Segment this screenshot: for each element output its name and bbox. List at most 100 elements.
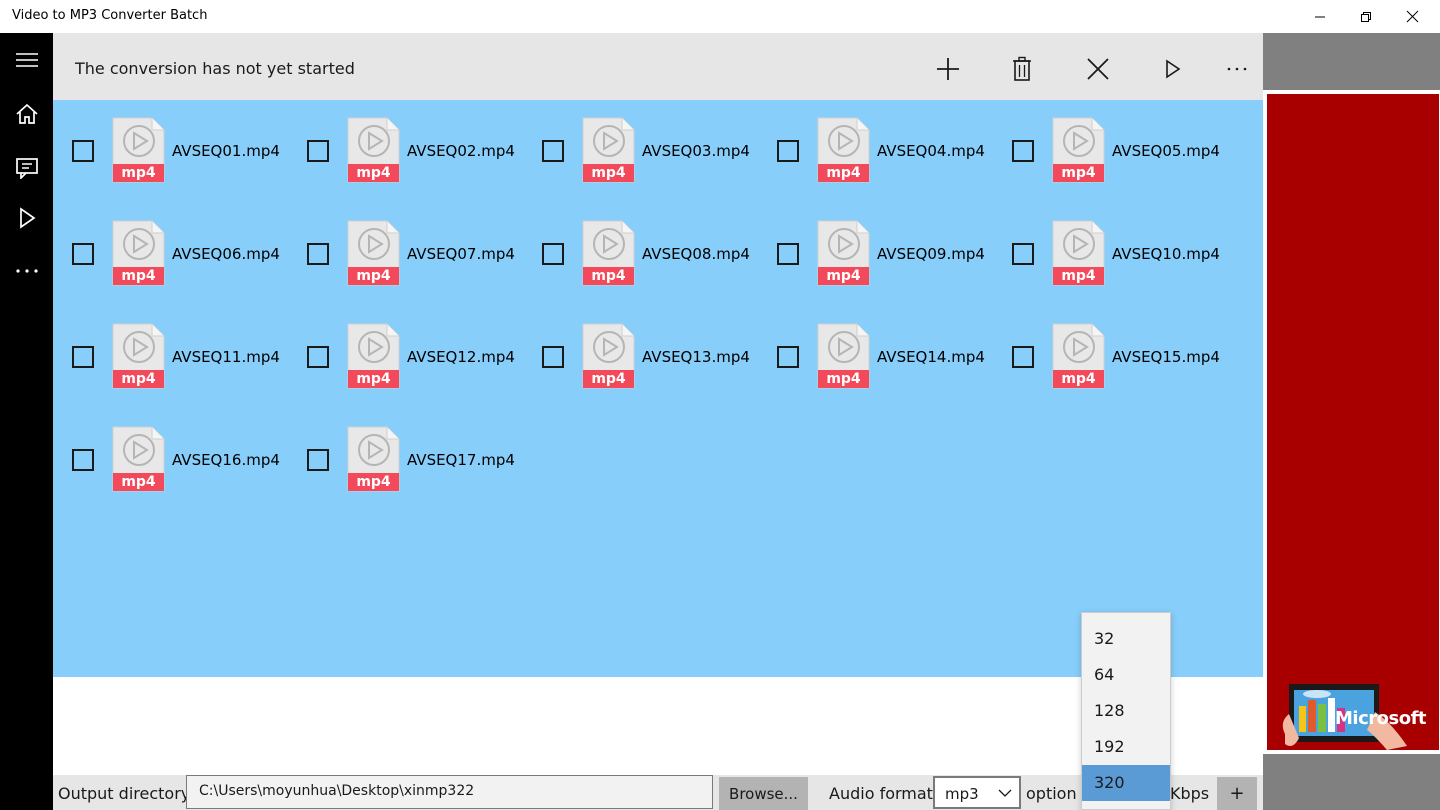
file-item[interactable]: mp4 AVSEQ12.mp4 (288, 306, 523, 389)
file-checkbox[interactable] (72, 346, 94, 368)
nav-feedback-button[interactable] (0, 141, 53, 195)
file-item[interactable]: mp4 AVSEQ04.mp4 (758, 100, 993, 183)
video-file-icon: mp4 (1052, 117, 1105, 183)
file-name: AVSEQ02.mp4 (407, 142, 515, 160)
file-item[interactable]: mp4 AVSEQ06.mp4 (53, 203, 288, 286)
bitrate-option[interactable]: 192 (1082, 729, 1170, 765)
more-options-button[interactable] (1212, 44, 1262, 94)
ad-footer (1263, 754, 1440, 810)
video-file-icon: mp4 (347, 117, 400, 183)
bitrate-dropdown[interactable]: 32 64 128 192 320 (1081, 612, 1171, 810)
file-item[interactable]: mp4 AVSEQ02.mp4 (288, 100, 523, 183)
file-name: AVSEQ12.mp4 (407, 348, 515, 366)
app-window: Video to MP3 Converter Batch The convers… (0, 0, 1440, 810)
audio-format-label: Audio format (829, 784, 933, 803)
video-file-icon: mp4 (582, 323, 635, 389)
clear-button[interactable] (1073, 44, 1123, 94)
file-item[interactable]: mp4 AVSEQ08.mp4 (523, 203, 758, 286)
restore-icon (1361, 11, 1371, 22)
file-item[interactable]: mp4 AVSEQ01.mp4 (53, 100, 288, 183)
nav-home-button[interactable] (0, 87, 53, 141)
file-item[interactable]: mp4 AVSEQ03.mp4 (523, 100, 758, 183)
add-option-button[interactable]: + (1217, 777, 1257, 810)
bitrate-option[interactable]: 128 (1082, 693, 1170, 729)
file-item[interactable]: mp4 AVSEQ11.mp4 (53, 306, 288, 389)
chevron-down-icon (998, 789, 1012, 797)
start-conversion-button[interactable] (1148, 44, 1198, 94)
file-item[interactable]: mp4 AVSEQ15.mp4 (993, 306, 1228, 389)
audio-format-select[interactable]: mp3 (933, 776, 1021, 809)
file-type-badge: mp4 (1061, 165, 1096, 181)
left-nav (0, 33, 53, 810)
video-file-icon: mp4 (817, 323, 870, 389)
hamburger-menu-button[interactable] (0, 33, 53, 87)
delete-button[interactable] (997, 44, 1047, 94)
file-checkbox[interactable] (72, 243, 94, 265)
audio-format-value: mp3 (945, 785, 979, 803)
file-name: AVSEQ17.mp4 (407, 451, 515, 469)
file-type-badge: mp4 (591, 165, 626, 181)
video-file-icon: mp4 (112, 323, 165, 389)
minimize-icon (1315, 16, 1325, 17)
file-type-badge: mp4 (826, 165, 861, 181)
add-files-button[interactable] (923, 44, 973, 94)
minimize-button[interactable] (1297, 0, 1343, 33)
x-icon (1087, 58, 1109, 80)
output-directory-field[interactable]: C:\Users\moyunhua\Desktop\xinmp322 (186, 775, 713, 809)
file-checkbox[interactable] (1012, 346, 1034, 368)
bitrate-option[interactable]: 32 (1082, 621, 1170, 657)
file-checkbox[interactable] (307, 140, 329, 162)
file-name: AVSEQ09.mp4 (877, 245, 985, 263)
file-type-badge: mp4 (121, 165, 156, 181)
restore-button[interactable] (1343, 0, 1389, 33)
video-file-icon: mp4 (582, 220, 635, 286)
play-icon (19, 207, 35, 229)
video-file-icon: mp4 (347, 323, 400, 389)
file-checkbox[interactable] (777, 243, 799, 265)
file-item[interactable]: mp4 AVSEQ16.mp4 (53, 409, 288, 492)
video-file-icon: mp4 (817, 220, 870, 286)
nav-play-button[interactable] (0, 191, 53, 245)
file-checkbox[interactable] (1012, 243, 1034, 265)
home-icon (15, 103, 38, 124)
file-item[interactable]: mp4 AVSEQ07.mp4 (288, 203, 523, 286)
bitrate-option[interactable]: 320 (1082, 765, 1170, 801)
file-type-badge: mp4 (826, 268, 861, 284)
video-file-icon: mp4 (112, 426, 165, 492)
file-item[interactable]: mp4 AVSEQ13.mp4 (523, 306, 758, 389)
file-checkbox[interactable] (307, 243, 329, 265)
file-checkbox[interactable] (542, 140, 564, 162)
file-checkbox[interactable] (72, 449, 94, 471)
file-checkbox[interactable] (1012, 140, 1034, 162)
file-checkbox[interactable] (72, 140, 94, 162)
video-file-icon: mp4 (347, 426, 400, 492)
file-checkbox[interactable] (777, 140, 799, 162)
browse-button[interactable]: Browse... (719, 777, 808, 810)
bitrate-option[interactable]: 64 (1082, 657, 1170, 693)
file-item[interactable]: mp4 AVSEQ10.mp4 (993, 203, 1228, 286)
file-checkbox[interactable] (542, 346, 564, 368)
file-checkbox[interactable] (777, 346, 799, 368)
file-type-badge: mp4 (356, 268, 391, 284)
video-file-icon: mp4 (817, 117, 870, 183)
file-checkbox[interactable] (307, 346, 329, 368)
file-type-badge: mp4 (121, 268, 156, 284)
video-file-icon: mp4 (347, 220, 400, 286)
nav-more-button[interactable] (0, 244, 53, 298)
file-item[interactable]: mp4 AVSEQ05.mp4 (993, 100, 1228, 183)
file-item[interactable]: mp4 AVSEQ17.mp4 (288, 409, 523, 492)
play-icon (1166, 59, 1181, 79)
kbps-label: Kbps (1170, 784, 1210, 803)
file-item[interactable]: mp4 AVSEQ09.mp4 (758, 203, 993, 286)
file-type-badge: mp4 (1061, 371, 1096, 387)
feedback-icon (15, 158, 38, 179)
file-type-badge: mp4 (826, 371, 861, 387)
close-window-button[interactable] (1389, 0, 1435, 33)
file-name: AVSEQ04.mp4 (877, 142, 985, 160)
file-name: AVSEQ07.mp4 (407, 245, 515, 263)
ad-banner[interactable]: Microsoft (1267, 94, 1439, 750)
file-checkbox[interactable] (542, 243, 564, 265)
file-type-badge: mp4 (591, 371, 626, 387)
file-item[interactable]: mp4 AVSEQ14.mp4 (758, 306, 993, 389)
file-checkbox[interactable] (307, 449, 329, 471)
